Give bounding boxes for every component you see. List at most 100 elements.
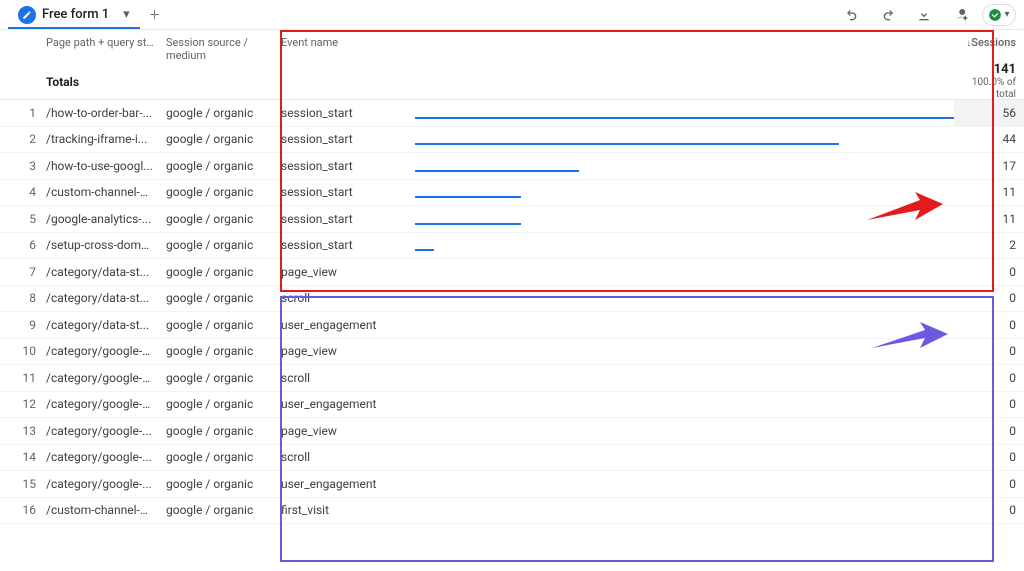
row-path: /setup-cross-domai... [40, 232, 160, 258]
row-index: 9 [0, 312, 40, 338]
row-index: 13 [0, 418, 40, 444]
row-event: page_view [275, 259, 415, 285]
table-row[interactable]: 2/tracking-iframe-i...google / organicse… [0, 127, 1024, 154]
totals-row: Totals 141 100.0% of total [0, 64, 1024, 100]
totals-subtext: 100.0% of total [962, 77, 1016, 101]
report-grid: Page path + query string Session source … [0, 30, 1024, 524]
row-value: 0 [954, 418, 1024, 444]
row-path: /category/data-st... [40, 312, 160, 338]
row-value: 2 [954, 232, 1024, 258]
pencil-icon [18, 6, 36, 24]
row-index: 12 [0, 391, 40, 417]
redo-icon [880, 7, 896, 23]
row-index: 3 [0, 153, 40, 179]
row-source: google / organic [160, 497, 275, 523]
table-row[interactable]: 9/category/data-st...google / organicuse… [0, 312, 1024, 339]
row-index: 14 [0, 444, 40, 470]
row-path: /category/google-... [40, 444, 160, 470]
row-value: 0 [954, 471, 1024, 497]
row-index: 11 [0, 365, 40, 391]
row-index: 10 [0, 338, 40, 364]
report-tab[interactable]: Free form 1 ▾ [8, 1, 140, 29]
share-icon [951, 6, 969, 24]
row-event: session_start [275, 179, 415, 205]
download-button[interactable] [910, 1, 938, 29]
row-event: page_view [275, 338, 415, 364]
table-row[interactable]: 15/category/google-...google / organicus… [0, 471, 1024, 498]
status-ok-button[interactable]: ▾ [982, 4, 1016, 26]
undo-icon [844, 7, 860, 23]
undo-button[interactable] [838, 1, 866, 29]
row-event: scroll [275, 444, 415, 470]
row-event: session_start [275, 126, 415, 152]
share-button[interactable] [946, 1, 974, 29]
row-source: google / organic [160, 471, 275, 497]
table-row[interactable]: 14/category/google-...google / organicsc… [0, 445, 1024, 472]
row-value: 0 [954, 259, 1024, 285]
chevron-down-icon[interactable]: ▾ [123, 7, 130, 22]
row-value: 0 [954, 497, 1024, 523]
redo-button[interactable] [874, 1, 902, 29]
row-event: session_start [275, 232, 415, 258]
row-path: /how-to-order-bar-... [40, 100, 160, 126]
row-value: 0 [954, 444, 1024, 470]
row-source: google / organic [160, 338, 275, 364]
row-source: google / organic [160, 153, 275, 179]
row-event: page_view [275, 418, 415, 444]
header-row: Page path + query string Session source … [0, 30, 1024, 64]
row-source: google / organic [160, 232, 275, 258]
row-index: 4 [0, 179, 40, 205]
table-row[interactable]: 3/how-to-use-googl...google / organicses… [0, 153, 1024, 180]
table-row[interactable]: 5/google-analytics-...google / organicse… [0, 206, 1024, 233]
header-source[interactable]: Session source / medium [160, 30, 275, 64]
row-path: /category/data-st... [40, 259, 160, 285]
row-path: /category/google-a... [40, 391, 160, 417]
totals-label: Totals [40, 69, 160, 95]
row-path: /category/google-a... [40, 365, 160, 391]
table-row[interactable]: 1/how-to-order-bar-...google / organicse… [0, 100, 1024, 127]
row-source: google / organic [160, 179, 275, 205]
row-source: google / organic [160, 100, 275, 126]
row-path: /category/data-st... [40, 285, 160, 311]
row-source: google / organic [160, 126, 275, 152]
table-row[interactable]: 8/category/data-st...google / organicscr… [0, 286, 1024, 313]
row-index: 5 [0, 206, 40, 232]
table-row[interactable]: 7/category/data-st...google / organicpag… [0, 259, 1024, 286]
row-source: google / organic [160, 312, 275, 338]
row-event: session_start [275, 100, 415, 126]
table-row[interactable]: 12/category/google-a...google / organicu… [0, 392, 1024, 419]
row-path: /category/google-... [40, 471, 160, 497]
header-path[interactable]: Page path + query string [40, 30, 160, 64]
table-row[interactable]: 16/custom-channel-g...google / organicfi… [0, 498, 1024, 525]
report-tab-label: Free form 1 [42, 7, 109, 22]
row-path: /how-to-use-googl... [40, 153, 160, 179]
row-value: 0 [954, 365, 1024, 391]
row-path: /category/google-a... [40, 338, 160, 364]
row-event: first_visit [275, 497, 415, 523]
row-index: 6 [0, 232, 40, 258]
table-row[interactable]: 10/category/google-a...google / organicp… [0, 339, 1024, 366]
row-index: 8 [0, 285, 40, 311]
row-source: google / organic [160, 418, 275, 444]
table-row[interactable]: 13/category/google-...google / organicpa… [0, 418, 1024, 445]
row-event: session_start [275, 153, 415, 179]
row-source: google / organic [160, 206, 275, 232]
data-rows: 1/how-to-order-bar-...google / organicse… [0, 100, 1024, 524]
row-value: 0 [954, 338, 1024, 364]
header-event[interactable]: Event name [275, 30, 415, 64]
add-tab-button[interactable]: ＋ [140, 0, 170, 30]
row-value: 0 [954, 391, 1024, 417]
row-index: 16 [0, 497, 40, 523]
row-path: /category/google-... [40, 418, 160, 444]
table-row[interactable]: 11/category/google-a...google / organics… [0, 365, 1024, 392]
top-toolbar: Free form 1 ▾ ＋ ▾ [0, 0, 1024, 30]
table-row[interactable]: 4/custom-channel-g...google / organicses… [0, 180, 1024, 207]
row-index: 2 [0, 126, 40, 152]
download-icon [916, 7, 932, 23]
row-source: google / organic [160, 285, 275, 311]
row-value: 11 [954, 206, 1024, 232]
table-row[interactable]: 6/setup-cross-domai...google / organicse… [0, 233, 1024, 260]
row-event: user_engagement [275, 391, 415, 417]
row-event: session_start [275, 206, 415, 232]
row-event: user_engagement [275, 471, 415, 497]
